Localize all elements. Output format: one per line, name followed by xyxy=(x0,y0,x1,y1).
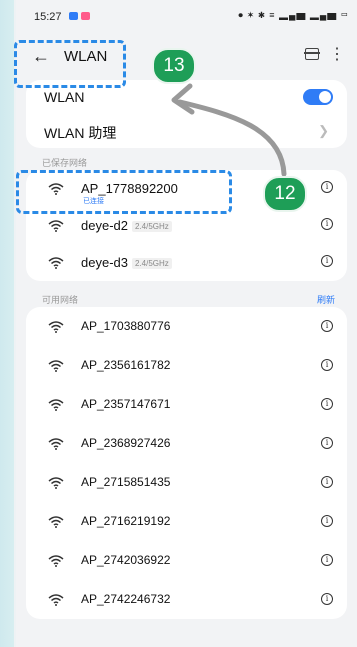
wlan-label: WLAN xyxy=(44,89,85,105)
wifi-icon xyxy=(48,321,64,333)
status-bar: 15:27 ⏺ ✶ ✱ ≡ ▂▄▆ ▂▄▆ ▭ xyxy=(16,0,357,34)
notification-icon xyxy=(69,12,78,20)
wifi-icon xyxy=(48,555,64,567)
available-network-row[interactable]: AP_2357147671 i xyxy=(26,385,347,424)
band-badge: 2.4/5GHz xyxy=(131,221,172,233)
available-networks-card: AP_1703880776 i AP_2356161782 i AP_23571… xyxy=(26,307,347,619)
network-name: AP_2716219192 xyxy=(81,514,171,528)
info-icon[interactable]: i xyxy=(321,359,333,371)
info-icon[interactable]: i xyxy=(321,218,333,230)
available-network-row[interactable]: AP_2356161782 i xyxy=(26,346,347,385)
network-name: AP_1703880776 xyxy=(81,319,171,333)
refresh-button[interactable]: 刷新 xyxy=(317,293,335,306)
wifi-icon xyxy=(48,477,64,489)
available-network-row[interactable]: AP_2742246732 i xyxy=(26,580,347,619)
scan-icon[interactable] xyxy=(304,48,320,60)
more-vertical-icon[interactable]: ⋮ xyxy=(329,44,345,64)
highlight-box-back xyxy=(14,40,126,88)
wifi-icon xyxy=(48,360,64,372)
wifi-icon xyxy=(48,516,64,528)
wifi-icon xyxy=(48,438,64,450)
available-network-row[interactable]: AP_1703880776 i xyxy=(26,307,347,346)
wifi-icon xyxy=(48,594,64,606)
status-time: 15:27 xyxy=(34,11,62,23)
available-networks-title: 可用网络 xyxy=(42,295,79,305)
network-name-line: deye-d3 2.4/5GHz xyxy=(81,255,172,270)
available-network-row[interactable]: AP_2368927426 i xyxy=(26,424,347,463)
network-name: AP_2357147671 xyxy=(81,397,171,411)
step-badge-13: 13 xyxy=(152,48,196,84)
wifi-icon xyxy=(48,220,64,232)
wifi-icon xyxy=(48,257,64,269)
curved-arrow-icon xyxy=(171,83,287,177)
step-badge-12: 12 xyxy=(263,176,307,212)
network-name-line: deye-d2 2.4/5GHz xyxy=(81,218,172,233)
band-badge: 2.4/5GHz xyxy=(131,258,172,270)
network-name: AP_2356161782 xyxy=(81,358,171,372)
network-name: deye-d2 xyxy=(81,218,128,233)
wlan-assistant-label: WLAN 助理 xyxy=(44,125,117,141)
available-network-row[interactable]: AP_2742036922 i xyxy=(26,541,347,580)
network-name: deye-d3 xyxy=(81,255,128,270)
available-networks-header: 可用网络 刷新 xyxy=(42,293,357,307)
wlan-toggle[interactable] xyxy=(303,89,333,105)
info-icon[interactable]: i xyxy=(321,476,333,488)
network-name: AP_2742246732 xyxy=(81,592,171,606)
info-icon[interactable]: i xyxy=(321,181,333,193)
network-name: AP_2368927426 xyxy=(81,436,171,450)
info-icon[interactable]: i xyxy=(321,515,333,527)
chevron-right-icon: ❯ xyxy=(318,123,329,138)
info-icon[interactable]: i xyxy=(321,255,333,267)
app-notification-icon xyxy=(81,12,90,20)
available-network-row[interactable]: AP_2716219192 i xyxy=(26,502,347,541)
info-icon[interactable]: i xyxy=(321,554,333,566)
available-network-row[interactable]: AP_2715851435 i xyxy=(26,463,347,502)
info-icon[interactable]: i xyxy=(321,398,333,410)
saved-network-row[interactable]: deye-d3 2.4/5GHz i xyxy=(26,244,347,281)
info-icon[interactable]: i xyxy=(321,320,333,332)
network-name: AP_2715851435 xyxy=(81,475,171,489)
status-indicators: ⏺ ✶ ✱ ≡ ▂▄▆ ▂▄▆ ▭ xyxy=(238,10,349,20)
wifi-icon xyxy=(48,399,64,411)
info-icon[interactable]: i xyxy=(321,437,333,449)
network-name: AP_2742036922 xyxy=(81,553,171,567)
info-icon[interactable]: i xyxy=(321,593,333,605)
